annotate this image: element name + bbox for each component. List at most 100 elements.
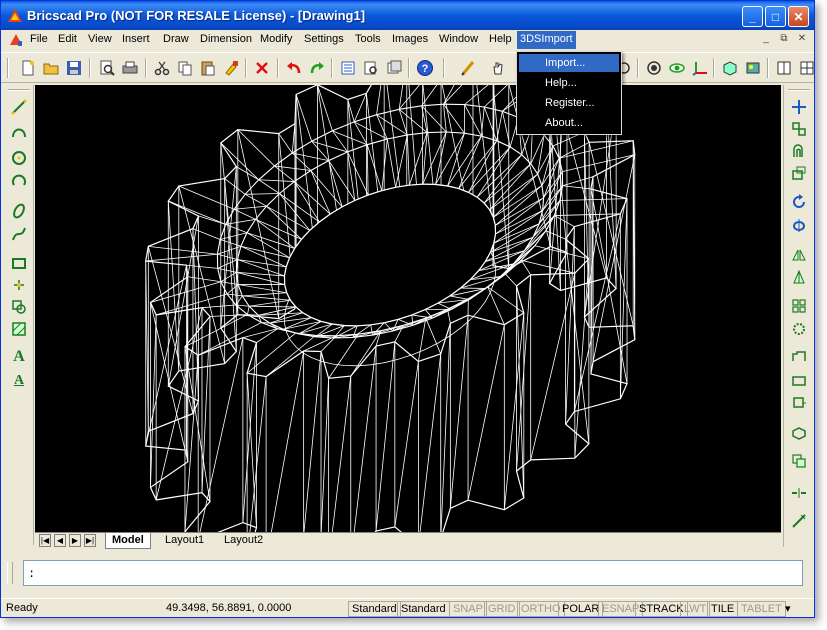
scale-icon[interactable] — [788, 163, 810, 183]
toolbar-grip[interactable] — [788, 89, 810, 91]
title-bar[interactable]: Bricscad Pro (NOT FOR RESALE License) - … — [1, 1, 814, 30]
mdi-restore-button[interactable]: ⧉ — [777, 33, 791, 46]
menu-tools[interactable]: Tools — [352, 33, 384, 45]
match-properties-icon[interactable] — [220, 57, 242, 79]
help-icon[interactable]: ? — [414, 57, 436, 79]
menu-draw[interactable]: Draw — [160, 33, 192, 45]
tab-layout2[interactable]: Layout2 — [218, 533, 269, 549]
rotate-3d-icon[interactable] — [788, 215, 810, 235]
menu-edit[interactable]: Edit — [55, 33, 80, 45]
rotate-icon[interactable] — [788, 192, 810, 212]
trim-icon[interactable] — [788, 371, 810, 391]
tab-layout1[interactable]: Layout1 — [159, 533, 210, 549]
render-icon[interactable] — [742, 57, 764, 79]
copy-object-icon[interactable] — [788, 119, 810, 139]
mdi-close-button[interactable]: ✕ — [795, 33, 809, 46]
array-icon[interactable] — [788, 296, 810, 316]
status-tablet[interactable]: TABLET — [737, 601, 786, 617]
line-icon[interactable] — [8, 97, 30, 117]
polyline-icon[interactable] — [8, 121, 30, 141]
open-folder-icon[interactable] — [40, 57, 62, 79]
rectangle-icon[interactable] — [8, 253, 30, 273]
save-icon[interactable] — [63, 57, 85, 79]
circle-icon[interactable] — [8, 148, 30, 168]
view-icon[interactable] — [666, 57, 688, 79]
first-tab-button[interactable]: |◀ — [39, 534, 51, 547]
move-icon[interactable] — [788, 97, 810, 117]
menu-file[interactable]: File — [27, 33, 51, 45]
last-tab-button[interactable]: ▶| — [84, 534, 96, 547]
print-icon[interactable] — [119, 57, 141, 79]
status-dimstyle[interactable]: Standard — [397, 601, 450, 617]
chamfer-icon[interactable] — [788, 451, 810, 471]
spline-icon[interactable] — [8, 224, 30, 244]
delete-icon[interactable] — [251, 57, 273, 79]
fillet-icon[interactable] — [788, 423, 810, 443]
toolbar-grip[interactable] — [7, 58, 9, 78]
document-icon[interactable] — [9, 33, 23, 47]
extend-icon[interactable] — [788, 393, 810, 413]
prev-tab-button[interactable]: ◀ — [54, 534, 66, 547]
status-tile[interactable]: TILE — [707, 601, 739, 617]
maximize-button[interactable]: □ — [765, 6, 786, 27]
ellipse-icon[interactable] — [8, 201, 30, 221]
hatch-icon[interactable] — [8, 319, 30, 339]
command-line-input[interactable]: : — [23, 560, 803, 586]
new-file-icon[interactable] — [17, 57, 39, 79]
paste-icon[interactable] — [197, 57, 219, 79]
copy-icon[interactable] — [174, 57, 196, 79]
command-line-grip[interactable] — [7, 562, 13, 584]
redo-icon[interactable] — [306, 57, 328, 79]
shade-icon[interactable] — [719, 57, 741, 79]
menu-window[interactable]: Window — [436, 33, 481, 45]
break-icon[interactable] — [788, 483, 810, 503]
menu-settings[interactable]: Settings — [301, 33, 347, 45]
lengthen-icon[interactable] — [788, 511, 810, 531]
layers-icon[interactable] — [383, 57, 405, 79]
status-grid[interactable]: GRID — [484, 601, 520, 617]
menu-modify[interactable]: Modify — [257, 33, 295, 45]
cut-icon[interactable] — [151, 57, 173, 79]
stretch-icon[interactable] — [788, 347, 810, 367]
offset-icon[interactable] — [788, 141, 810, 161]
status-polar[interactable]: POLAR — [558, 601, 604, 617]
menu-help[interactable]: Help — [486, 33, 515, 45]
menu-item-about[interactable]: About... — [519, 114, 619, 132]
menu-images[interactable]: Images — [389, 33, 431, 45]
mirror-3d-icon[interactable] — [788, 267, 810, 287]
mdi-minimize-button[interactable]: _ — [759, 33, 773, 46]
point-icon[interactable] — [8, 275, 30, 295]
next-tab-button[interactable]: ▶ — [69, 534, 81, 547]
insert-block-icon[interactable] — [8, 297, 30, 317]
text-icon[interactable]: A — [8, 347, 30, 367]
close-button[interactable]: ✕ — [788, 6, 809, 27]
menu-view[interactable]: View — [85, 33, 115, 45]
arc-icon[interactable] — [8, 171, 30, 191]
menu-3dsimport[interactable]: 3DSImport — [517, 31, 576, 49]
pan-icon[interactable] — [487, 57, 509, 79]
orbit-icon[interactable] — [643, 57, 665, 79]
undo-icon[interactable] — [283, 57, 305, 79]
print-preview-icon[interactable] — [96, 57, 118, 79]
status-lwt[interactable]: LWT — [680, 601, 711, 617]
menu-dimension[interactable]: Dimension — [197, 33, 255, 45]
tab-model[interactable]: Model — [105, 533, 151, 549]
draw-pencil-icon[interactable] — [457, 57, 479, 79]
viewport-icon[interactable] — [796, 57, 814, 79]
status-textstyle[interactable]: Standard — [348, 601, 401, 617]
mirror-icon[interactable] — [788, 245, 810, 265]
tile-viewports-icon[interactable] — [773, 57, 795, 79]
menu-item-help[interactable]: Help... — [519, 74, 619, 92]
toolbar-grip[interactable] — [8, 89, 30, 91]
properties-icon[interactable] — [337, 57, 359, 79]
explode-icon[interactable] — [788, 319, 810, 339]
minimize-button[interactable]: _ — [742, 6, 763, 27]
ucs-icon[interactable] — [689, 57, 711, 79]
status-snap[interactable]: SNAP — [449, 601, 487, 617]
menu-item-import[interactable]: Import... — [519, 54, 619, 72]
drawing-canvas[interactable] — [35, 85, 781, 532]
menu-insert[interactable]: Insert — [119, 33, 153, 45]
multiline-text-icon[interactable]: A — [8, 371, 30, 391]
menu-item-register[interactable]: Register... — [519, 94, 619, 112]
status-menu-arrow[interactable]: ▾ — [782, 601, 794, 617]
